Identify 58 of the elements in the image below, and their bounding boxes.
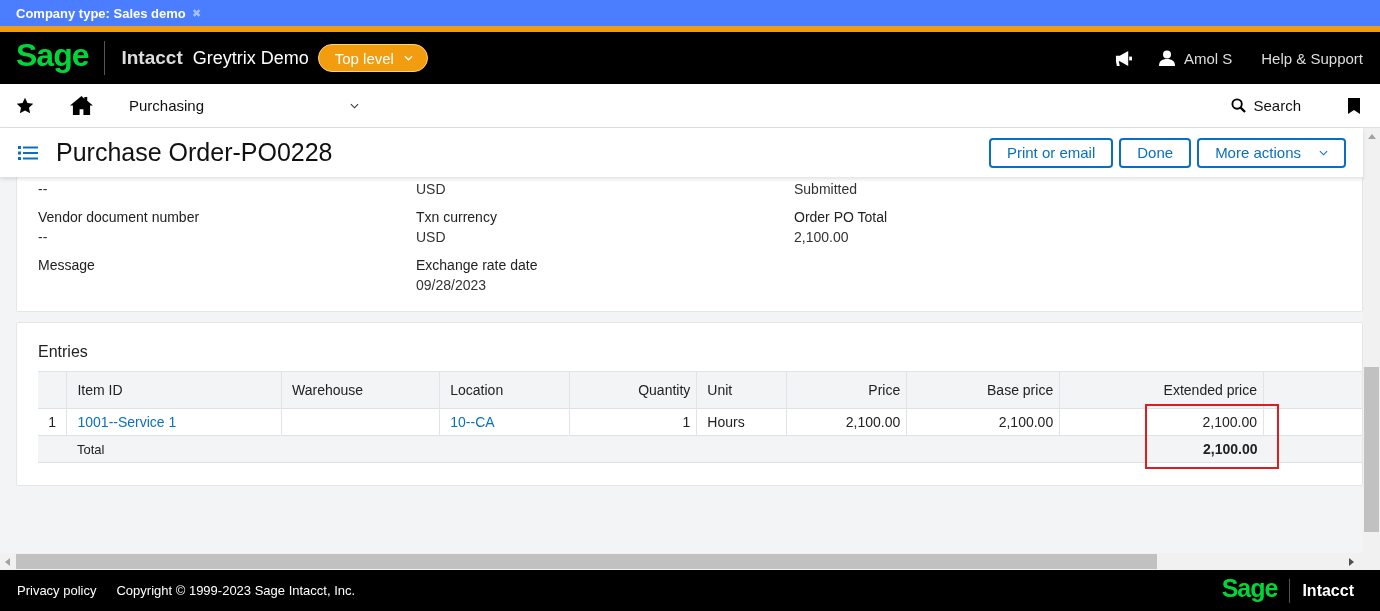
megaphone-icon[interactable]	[1113, 49, 1133, 67]
field-value: --	[38, 181, 49, 197]
action-button[interactable]: Print or email	[988, 137, 1114, 168]
home-icon[interactable]	[70, 95, 93, 116]
column-header: Warehouse	[281, 371, 440, 409]
field-label: Order PO Total	[794, 209, 888, 225]
product-name: Intacct	[1302, 581, 1354, 600]
field-value: Submitted	[794, 181, 859, 197]
column-header: Location	[439, 371, 570, 409]
module-dropdown[interactable]: Purchasing	[129, 97, 359, 114]
user-icon[interactable]	[1158, 50, 1175, 66]
more-actions-button[interactable]: More actions	[1197, 137, 1346, 168]
total-value: 2,100.00	[1203, 441, 1258, 457]
vertical-scrollbar[interactable]	[1363, 128, 1380, 553]
table-cell: 1	[682, 414, 691, 430]
company-type-label: Company type: Sales demo	[16, 5, 186, 21]
field-label: Exchange rate date	[416, 257, 539, 273]
copyright-text: Copyright © 1999-2023 Sage Intacct, Inc.	[116, 583, 356, 598]
column-header: Quantity	[569, 371, 697, 409]
privacy-policy-link[interactable]: Privacy policy	[17, 583, 97, 598]
list-icon[interactable]	[18, 144, 38, 161]
column-header: Item ID	[67, 371, 282, 409]
field-label: Vendor document number	[38, 209, 201, 225]
table-cell: 2,100.00	[845, 414, 901, 430]
chevron-down-icon	[403, 55, 413, 61]
page-title: Purchase Order-PO0228	[56, 138, 333, 167]
star-icon[interactable]	[16, 96, 34, 115]
column-header: Extended price	[1059, 371, 1264, 409]
search-button[interactable]: Search	[1231, 97, 1301, 114]
user-name[interactable]: Amol S	[1183, 49, 1233, 67]
table-link[interactable]: 10--CA	[450, 414, 495, 430]
table-link[interactable]: 1001--Service 1	[77, 414, 177, 430]
brand-logo[interactable]: Sage	[16, 36, 89, 74]
field-value: USD	[416, 229, 447, 245]
table-cell: Hours	[707, 414, 745, 430]
field-value: --	[38, 229, 49, 245]
section-title: Entries	[38, 343, 89, 361]
table-cell: 2,100.00	[1202, 414, 1257, 430]
help-support-link[interactable]: Help & Support	[1261, 49, 1363, 67]
table-cell: 2,100.00	[998, 414, 1054, 430]
column-header: Unit	[696, 371, 787, 409]
total-label: Total	[77, 442, 105, 457]
search-icon	[1231, 98, 1247, 113]
horizontal-scrollbar[interactable]	[0, 553, 1380, 570]
brand-logo: Sage	[1221, 573, 1278, 603]
column-header: Base price	[906, 371, 1060, 409]
field-value: USD	[416, 181, 447, 197]
bookmark-icon[interactable]	[1348, 97, 1360, 114]
field-value: 09/28/2023	[416, 277, 488, 293]
field-label: Txn currency	[416, 209, 498, 225]
chevron-down-icon	[1319, 149, 1328, 156]
company-name: Greytrix Demo	[192, 47, 309, 69]
field-label: Message	[38, 257, 96, 273]
product-name: Intacct	[121, 47, 183, 69]
column-header: Price	[786, 371, 907, 409]
chevron-down-icon	[350, 102, 359, 109]
action-button[interactable]: Done	[1119, 137, 1192, 168]
field-value: 2,100.00	[794, 229, 850, 245]
